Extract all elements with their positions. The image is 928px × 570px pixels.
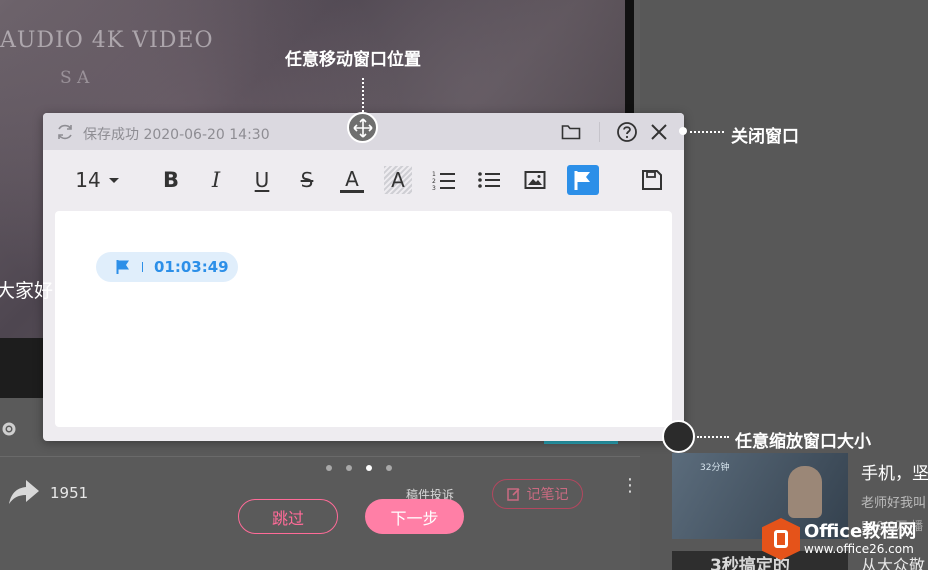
svg-text:3: 3 bbox=[432, 185, 436, 191]
bullet-list-button[interactable] bbox=[477, 166, 501, 194]
video-subtitle: S A bbox=[60, 68, 90, 88]
editor-toolbar: 14 B I U S A A 1 2 3 bbox=[43, 150, 684, 210]
pager-dot[interactable] bbox=[386, 465, 392, 471]
close-callout-line bbox=[690, 131, 724, 133]
move-handle[interactable] bbox=[347, 112, 378, 143]
watermark: Office教程网 www.office26.com bbox=[762, 518, 916, 560]
folder-icon bbox=[561, 125, 581, 140]
save-status: 保存成功 2020-06-20 14:30 bbox=[83, 127, 270, 143]
strikethrough-button[interactable]: S bbox=[295, 166, 319, 194]
move-window-callout: 任意移动窗口位置 bbox=[285, 50, 421, 70]
ordered-list-button[interactable]: 1 2 3 bbox=[432, 166, 456, 194]
note-editor-area[interactable]: 01:03:49 bbox=[55, 211, 672, 427]
take-note-button[interactable]: 记笔记 bbox=[492, 479, 583, 509]
pager-dot[interactable] bbox=[346, 465, 352, 471]
bold-button[interactable]: B bbox=[159, 166, 183, 194]
font-size-select[interactable]: 14 bbox=[69, 166, 125, 194]
share-count: 1951 bbox=[50, 484, 89, 502]
timestamp-value: 01:03:49 bbox=[154, 258, 229, 276]
caret-down-icon bbox=[108, 177, 119, 183]
settings-icon[interactable] bbox=[0, 420, 18, 438]
move-callout-line bbox=[362, 78, 364, 112]
svg-text:1: 1 bbox=[432, 171, 436, 178]
pager-dot-active[interactable] bbox=[366, 465, 372, 471]
highlight-button[interactable]: A bbox=[384, 166, 412, 194]
move-arrows-icon bbox=[352, 117, 373, 138]
take-note-label: 记笔记 bbox=[526, 487, 569, 503]
watermark-brand: Office教程网 bbox=[804, 521, 917, 542]
help-icon[interactable] bbox=[616, 121, 638, 143]
close-callout-dot bbox=[679, 127, 687, 135]
divider bbox=[0, 456, 640, 457]
save-icon bbox=[642, 170, 662, 190]
guide-pager bbox=[326, 465, 392, 471]
flag-icon bbox=[574, 171, 590, 190]
ordered-list-icon: 1 2 3 bbox=[432, 171, 455, 191]
folder-button[interactable] bbox=[559, 121, 583, 143]
more-icon[interactable]: ⋮ bbox=[621, 477, 639, 495]
insert-timestamp-button[interactable] bbox=[567, 165, 599, 195]
pager-dot[interactable] bbox=[326, 465, 332, 471]
edit-icon bbox=[506, 488, 520, 501]
note-editor-window[interactable]: 保存成功 2020-06-20 14:30 14 B I U S A A 1 2… bbox=[43, 113, 684, 441]
image-icon bbox=[524, 171, 546, 189]
recommend-desc: 老师好我叫 bbox=[861, 496, 927, 511]
chip-divider bbox=[142, 262, 143, 272]
watermark-url: www.office26.com bbox=[804, 542, 914, 556]
save-button[interactable] bbox=[640, 166, 664, 194]
insert-image-button[interactable] bbox=[523, 166, 547, 194]
office-logo-icon bbox=[762, 518, 800, 560]
close-icon[interactable] bbox=[648, 121, 670, 143]
svg-text:2: 2 bbox=[432, 178, 436, 185]
thumbnail-label: 32分钟 bbox=[700, 463, 730, 473]
bullet-list-icon bbox=[478, 172, 500, 188]
recommend-title[interactable]: 手机，坚 bbox=[861, 459, 928, 484]
underline-button[interactable]: U bbox=[250, 166, 274, 194]
skip-button[interactable]: 跳过 bbox=[238, 499, 338, 534]
share-icon[interactable] bbox=[8, 478, 40, 506]
font-size-value: 14 bbox=[75, 168, 101, 192]
font-color-button[interactable]: A bbox=[340, 167, 364, 193]
italic-button[interactable]: I bbox=[204, 166, 228, 194]
thumbnail-person bbox=[788, 466, 822, 518]
video-subtitle-text: 大家好 bbox=[0, 280, 54, 302]
flag-icon bbox=[116, 260, 129, 274]
sync-icon bbox=[58, 124, 72, 140]
resize-callout-line bbox=[697, 436, 729, 438]
close-window-callout: 关闭窗口 bbox=[731, 127, 799, 147]
video-caption: AUDIO 4K VIDEO bbox=[0, 28, 214, 53]
title-bar-divider bbox=[599, 122, 600, 142]
resize-handle[interactable] bbox=[662, 420, 695, 453]
resize-window-callout: 任意缩放窗口大小 bbox=[735, 432, 871, 452]
timestamp-chip[interactable]: 01:03:49 bbox=[96, 252, 238, 282]
next-step-button[interactable]: 下一步 bbox=[365, 499, 464, 534]
